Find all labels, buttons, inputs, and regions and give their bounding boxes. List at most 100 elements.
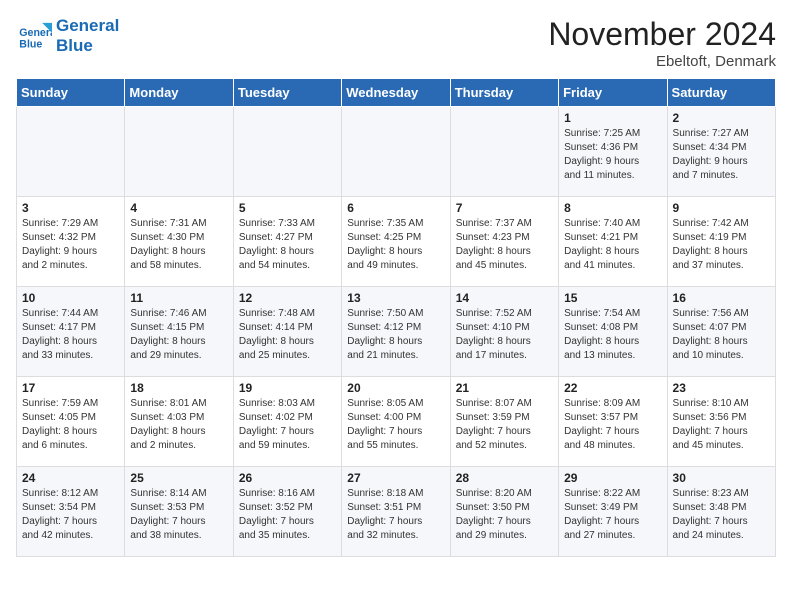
day-number: 5 [239, 201, 336, 215]
day-number: 28 [456, 471, 553, 485]
calendar-cell: 10Sunrise: 7:44 AM Sunset: 4:17 PM Dayli… [17, 287, 125, 377]
day-info: Sunrise: 7:54 AM Sunset: 4:08 PM Dayligh… [564, 307, 661, 363]
calendar-cell: 14 Sunrise: 7:52 AM Sunset: 4:10 PM Dayli… [450, 287, 558, 377]
day-info: Sunrise: 8:18 AM Sunset: 3:51 PM Dayligh… [347, 487, 444, 543]
day-number: 9 [673, 201, 770, 215]
calendar-cell: 3 Sunrise: 7:29 AM Sunset: 4:32 PM Daylig… [17, 197, 125, 287]
calendar-cell: 28 Sunrise: 8:20 AM Sunset: 3:50 PM Dayli… [450, 467, 558, 557]
day-info: Sunrise: 8:09 AM Sunset: 3:57 PM Dayligh… [564, 397, 661, 453]
day-info: Sunrise: 8:07 AM Sunset: 3:59 PM Dayligh… [456, 397, 553, 453]
calendar-cell: 5 Sunrise: 7:33 AM Sunset: 4:27 PM Daylig… [233, 197, 341, 287]
calendar-cell: 9 Sunrise: 7:42 AM Sunset: 4:19 PM Daylig… [667, 197, 775, 287]
weekday-header: Friday [559, 79, 667, 107]
day-info: Sunrise: 8:20 AM Sunset: 3:50 PM Dayligh… [456, 487, 553, 543]
day-info: Sunrise: 7:29 AM Sunset: 4:32 PM Dayligh… [22, 217, 119, 273]
weekday-header: Saturday [667, 79, 775, 107]
day-info: Sunrise: 8:10 AM Sunset: 3:56 PM Dayligh… [673, 397, 770, 453]
day-info: Sunrise: 7:37 AM Sunset: 4:23 PM Dayligh… [456, 217, 553, 273]
day-info: Sunrise: 8:23 AM Sunset: 3:48 PM Dayligh… [673, 487, 770, 543]
calendar-cell: 8Sunrise: 7:40 AM Sunset: 4:21 PM Daylig… [559, 197, 667, 287]
day-number: 19 [239, 381, 336, 395]
calendar-cell [17, 107, 125, 197]
day-info: Sunrise: 7:33 AM Sunset: 4:27 PM Dayligh… [239, 217, 336, 273]
logo: General Blue General Blue [16, 16, 119, 55]
day-info: Sunrise: 7:27 AM Sunset: 4:34 PM Dayligh… [673, 127, 770, 183]
day-info: Sunrise: 7:59 AM Sunset: 4:05 PM Dayligh… [22, 397, 119, 453]
day-info: Sunrise: 8:01 AM Sunset: 4:03 PM Dayligh… [130, 397, 227, 453]
calendar-cell: 15 Sunrise: 7:54 AM Sunset: 4:08 PM Dayli… [559, 287, 667, 377]
calendar-cell: 11Sunrise: 7:46 AM Sunset: 4:15 PM Dayli… [125, 287, 233, 377]
calendar-cell: 24 Sunrise: 8:12 AM Sunset: 3:54 PM Dayli… [17, 467, 125, 557]
calendar-cell: 13Sunrise: 7:50 AM Sunset: 4:12 PM Dayli… [342, 287, 450, 377]
day-number: 4 [130, 201, 227, 215]
calendar-cell: 6 Sunrise: 7:35 AM Sunset: 4:25 PM Daylig… [342, 197, 450, 287]
calendar-cell: 18 Sunrise: 8:01 AM Sunset: 4:03 PM Dayli… [125, 377, 233, 467]
calendar-cell: 27 Sunrise: 8:18 AM Sunset: 3:51 PM Dayli… [342, 467, 450, 557]
calendar-cell: 17Sunrise: 7:59 AM Sunset: 4:05 PM Dayli… [17, 377, 125, 467]
calendar-cell: 2 Sunrise: 7:27 AM Sunset: 4:34 PM Daylig… [667, 107, 775, 197]
logo-line2: Blue [56, 36, 119, 56]
logo-icon: General Blue [16, 18, 52, 54]
calendar-cell [450, 107, 558, 197]
day-number: 27 [347, 471, 444, 485]
day-info: Sunrise: 8:22 AM Sunset: 3:49 PM Dayligh… [564, 487, 661, 543]
weekday-header: Thursday [450, 79, 558, 107]
title-area: November 2024 Ebeltoft, Denmark [548, 16, 776, 70]
day-info: Sunrise: 7:25 AM Sunset: 4:36 PM Dayligh… [564, 127, 661, 183]
calendar-cell: 21 Sunrise: 8:07 AM Sunset: 3:59 PM Dayli… [450, 377, 558, 467]
weekday-header-row: SundayMondayTuesdayWednesdayThursdayFrid… [17, 79, 776, 107]
day-number: 26 [239, 471, 336, 485]
day-info: Sunrise: 8:05 AM Sunset: 4:00 PM Dayligh… [347, 397, 444, 453]
calendar-cell: 12 Sunrise: 7:48 AM Sunset: 4:14 PM Dayli… [233, 287, 341, 377]
day-number: 24 [22, 471, 119, 485]
day-info: Sunrise: 7:35 AM Sunset: 4:25 PM Dayligh… [347, 217, 444, 273]
day-number: 29 [564, 471, 661, 485]
day-number: 10 [22, 291, 119, 305]
day-info: Sunrise: 7:46 AM Sunset: 4:15 PM Dayligh… [130, 307, 227, 363]
day-number: 8 [564, 201, 661, 215]
calendar-cell: 29 Sunrise: 8:22 AM Sunset: 3:49 PM Dayli… [559, 467, 667, 557]
calendar-cell: 16Sunrise: 7:56 AM Sunset: 4:07 PM Dayli… [667, 287, 775, 377]
day-number: 20 [347, 381, 444, 395]
day-number: 23 [673, 381, 770, 395]
day-info: Sunrise: 8:14 AM Sunset: 3:53 PM Dayligh… [130, 487, 227, 543]
logo-line1: General [56, 16, 119, 36]
day-number: 2 [673, 111, 770, 125]
day-number: 21 [456, 381, 553, 395]
page-header: General Blue General Blue November 2024 … [16, 16, 776, 70]
calendar-cell: 19Sunrise: 8:03 AM Sunset: 4:02 PM Dayli… [233, 377, 341, 467]
calendar-cell: 25Sunrise: 8:14 AM Sunset: 3:53 PM Dayli… [125, 467, 233, 557]
calendar-cell: 1Sunrise: 7:25 AM Sunset: 4:36 PM Daylig… [559, 107, 667, 197]
weekday-header: Monday [125, 79, 233, 107]
day-info: Sunrise: 7:48 AM Sunset: 4:14 PM Dayligh… [239, 307, 336, 363]
calendar-cell [342, 107, 450, 197]
day-info: Sunrise: 7:56 AM Sunset: 4:07 PM Dayligh… [673, 307, 770, 363]
day-info: Sunrise: 7:42 AM Sunset: 4:19 PM Dayligh… [673, 217, 770, 273]
day-number: 15 [564, 291, 661, 305]
svg-text:Blue: Blue [19, 38, 42, 50]
calendar-week-row: 3 Sunrise: 7:29 AM Sunset: 4:32 PM Daylig… [17, 197, 776, 287]
day-info: Sunrise: 8:12 AM Sunset: 3:54 PM Dayligh… [22, 487, 119, 543]
calendar-week-row: 24 Sunrise: 8:12 AM Sunset: 3:54 PM Dayli… [17, 467, 776, 557]
day-info: Sunrise: 8:16 AM Sunset: 3:52 PM Dayligh… [239, 487, 336, 543]
calendar-cell: 23 Sunrise: 8:10 AM Sunset: 3:56 PM Dayli… [667, 377, 775, 467]
calendar-cell: 7Sunrise: 7:37 AM Sunset: 4:23 PM Daylig… [450, 197, 558, 287]
svg-text:General: General [19, 27, 52, 39]
weekday-header: Tuesday [233, 79, 341, 107]
day-number: 6 [347, 201, 444, 215]
weekday-header: Wednesday [342, 79, 450, 107]
calendar-cell: 20 Sunrise: 8:05 AM Sunset: 4:00 PM Dayli… [342, 377, 450, 467]
location: Ebeltoft, Denmark [548, 53, 776, 70]
calendar-week-row: 17Sunrise: 7:59 AM Sunset: 4:05 PM Dayli… [17, 377, 776, 467]
day-number: 14 [456, 291, 553, 305]
weekday-header: Sunday [17, 79, 125, 107]
calendar-cell: 4Sunrise: 7:31 AM Sunset: 4:30 PM Daylig… [125, 197, 233, 287]
calendar-cell [233, 107, 341, 197]
calendar-cell: 30Sunrise: 8:23 AM Sunset: 3:48 PM Dayli… [667, 467, 775, 557]
calendar-cell: 22Sunrise: 8:09 AM Sunset: 3:57 PM Dayli… [559, 377, 667, 467]
calendar-week-row: 1Sunrise: 7:25 AM Sunset: 4:36 PM Daylig… [17, 107, 776, 197]
day-number: 18 [130, 381, 227, 395]
day-number: 12 [239, 291, 336, 305]
day-info: Sunrise: 7:52 AM Sunset: 4:10 PM Dayligh… [456, 307, 553, 363]
day-number: 3 [22, 201, 119, 215]
